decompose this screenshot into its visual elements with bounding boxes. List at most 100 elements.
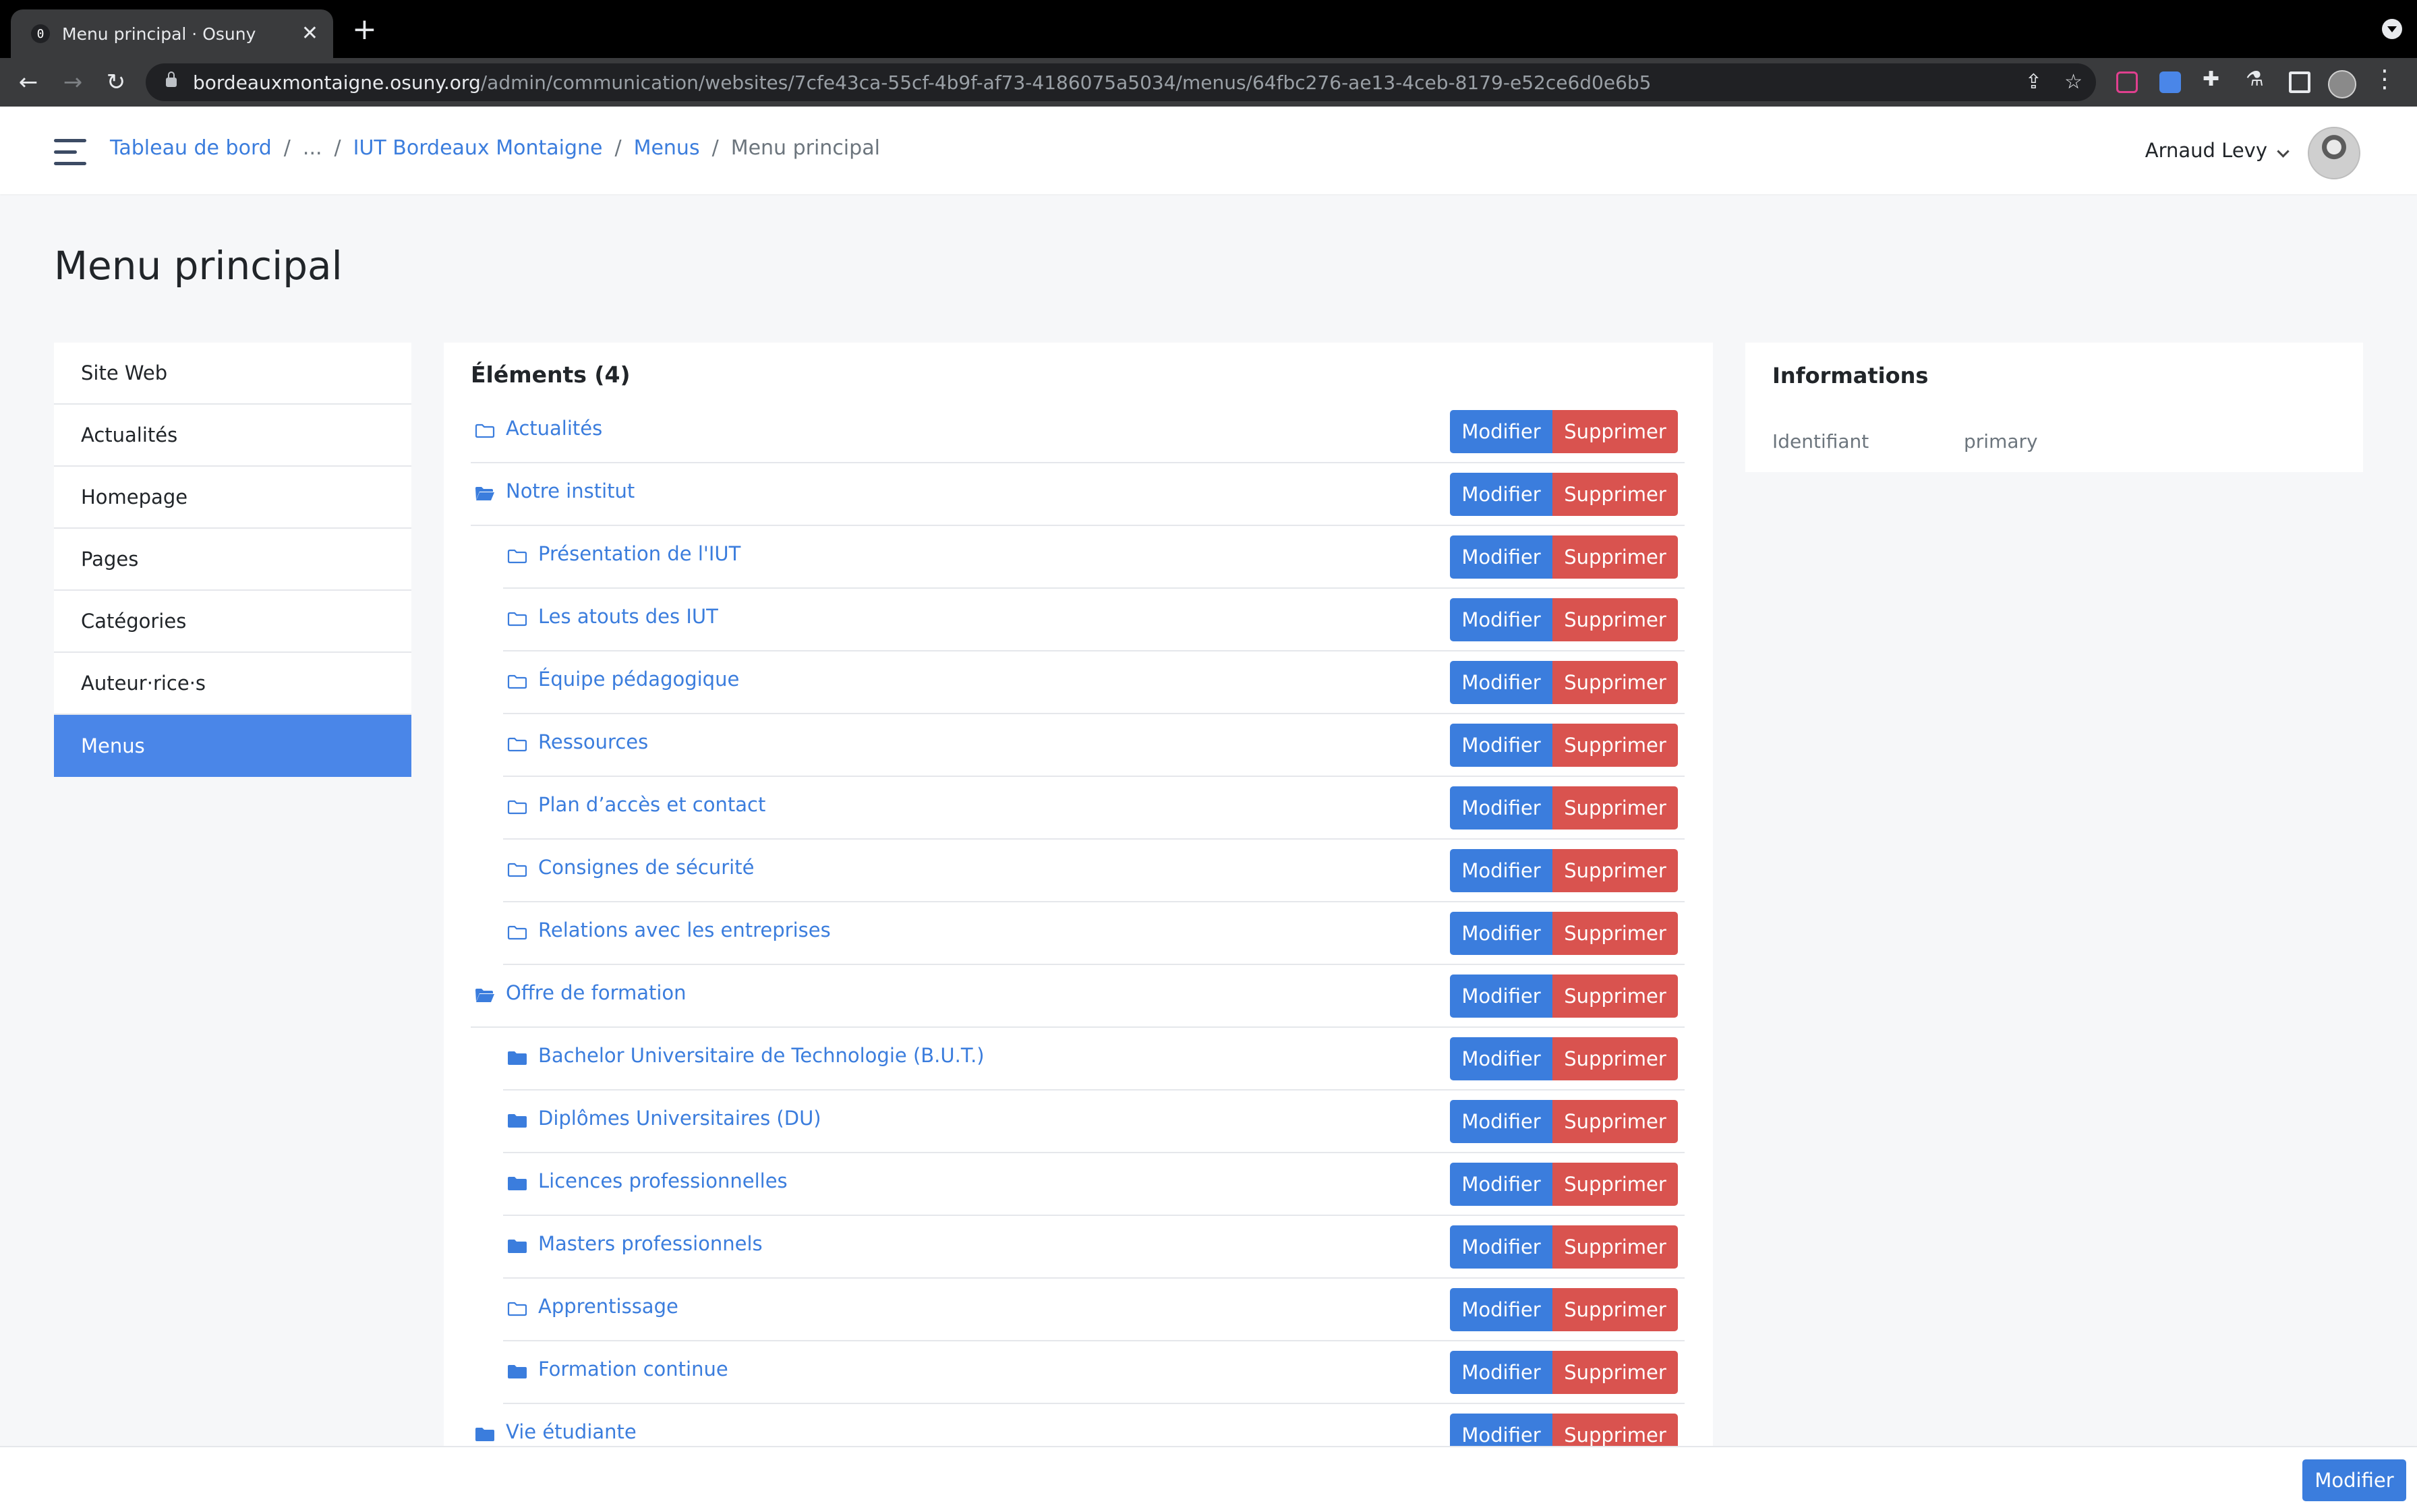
edit-button[interactable]: Modifier [1450, 975, 1552, 1018]
browser-menu-icon[interactable]: ⋮ [2372, 67, 2397, 92]
share-icon[interactable]: ⇪ [2025, 70, 2042, 94]
edit-button[interactable]: Modifier [1450, 1288, 1552, 1331]
breadcrumb-dashboard[interactable]: Tableau de bord [110, 136, 272, 160]
delete-button[interactable]: Supprimer [1552, 661, 1678, 704]
delete-button[interactable]: Supprimer [1552, 410, 1678, 453]
menu-element-link[interactable]: Diplômes Universitaires (DU) [538, 1107, 821, 1130]
back-icon[interactable]: ← [11, 65, 46, 100]
edit-menu-button[interactable]: Modifier [2302, 1459, 2406, 1501]
edit-button[interactable]: Modifier [1450, 473, 1552, 516]
breadcrumb-menus[interactable]: Menus [634, 136, 700, 160]
sidebar-item-menus[interactable]: Menus [54, 715, 411, 777]
edit-button[interactable]: Modifier [1450, 786, 1552, 830]
menu-element-link[interactable]: Ressources [538, 730, 648, 753]
folder-filled-icon [508, 1177, 527, 1190]
delete-button[interactable]: Supprimer [1552, 473, 1678, 516]
row-actions: Modifier Supprimer [1450, 975, 1678, 1018]
tab-search-icon[interactable] [2382, 19, 2402, 39]
breadcrumb-website[interactable]: IUT Bordeaux Montaigne [353, 136, 603, 160]
edit-button[interactable]: Modifier [1450, 1351, 1552, 1394]
edit-button[interactable]: Modifier [1450, 1037, 1552, 1080]
menu-element-link[interactable]: Plan d’accès et contact [538, 793, 765, 816]
delete-button[interactable]: Supprimer [1552, 1351, 1678, 1394]
close-tab-icon[interactable]: ✕ [301, 24, 318, 44]
extension-grid-icon[interactable] [2116, 71, 2138, 93]
delete-button[interactable]: Supprimer [1552, 1163, 1678, 1206]
breadcrumb-separator: / [283, 136, 291, 160]
breadcrumb: Tableau de bord / ... / IUT Bordeaux Mon… [110, 136, 880, 160]
edit-button[interactable]: Modifier [1450, 724, 1552, 767]
extensions-puzzle-icon[interactable]: ✚ [2203, 67, 2224, 91]
delete-button[interactable]: Supprimer [1552, 1037, 1678, 1080]
row-actions: Modifier Supprimer [1450, 473, 1678, 516]
menu-element-link[interactable]: Notre institut [506, 479, 635, 502]
menu-element-link[interactable]: Apprentissage [538, 1295, 678, 1318]
delete-button[interactable]: Supprimer [1552, 1100, 1678, 1143]
delete-button[interactable]: Supprimer [1552, 535, 1678, 579]
informations-card: Informations Identifiant primary [1745, 343, 2363, 472]
edit-button[interactable]: Modifier [1450, 912, 1552, 955]
reload-icon[interactable]: ↻ [98, 65, 134, 100]
favicon-icon: 0 [31, 24, 50, 43]
extension-calendar-icon[interactable] [2159, 71, 2181, 93]
browser-tab[interactable]: 0 Menu principal · Osuny ✕ [11, 9, 333, 58]
website-sidebar: Site Web Actualités Homepage Pages Catég… [54, 343, 411, 777]
forward-icon[interactable]: → [55, 65, 90, 100]
folder-filled-icon [508, 1240, 527, 1253]
delete-button[interactable]: Supprimer [1552, 1225, 1678, 1269]
labs-flask-icon[interactable]: ⚗ [2246, 67, 2267, 91]
edit-button[interactable]: Modifier [1450, 1225, 1552, 1269]
delete-button[interactable]: Supprimer [1552, 912, 1678, 955]
delete-button[interactable]: Supprimer [1552, 975, 1678, 1018]
menu-element-row: Notre institut Modifier Supprimer [471, 463, 1685, 526]
breadcrumb-separator: / [614, 136, 622, 160]
edit-button[interactable]: Modifier [1450, 1163, 1552, 1206]
edit-button[interactable]: Modifier [1450, 1100, 1552, 1143]
row-actions: Modifier Supprimer [1450, 410, 1678, 453]
edit-button[interactable]: Modifier [1450, 535, 1552, 579]
folder-outline-icon [475, 424, 495, 438]
menu-element-link[interactable]: Licences professionnelles [538, 1169, 788, 1192]
menu-element-link[interactable]: Relations avec les entreprises [538, 919, 831, 941]
folder-outline-icon [507, 674, 527, 689]
sidebar-item-homepage[interactable]: Homepage [54, 467, 411, 529]
bookmark-star-icon[interactable]: ☆ [2064, 70, 2083, 94]
delete-button[interactable]: Supprimer [1552, 849, 1678, 892]
edit-button[interactable]: Modifier [1450, 661, 1552, 704]
hamburger-menu-icon[interactable] [54, 139, 86, 166]
menu-element-link[interactable]: Présentation de l'IUT [538, 542, 740, 565]
menu-element-link[interactable]: Vie étudiante [506, 1420, 637, 1443]
menu-element-link[interactable]: Actualités [506, 417, 602, 440]
delete-button[interactable]: Supprimer [1552, 1288, 1678, 1331]
sidebar-item-categories[interactable]: Catégories [54, 591, 411, 653]
edit-button[interactable]: Modifier [1450, 598, 1552, 641]
breadcrumb-ellipsis[interactable]: ... [303, 136, 322, 160]
delete-button[interactable]: Supprimer [1552, 724, 1678, 767]
edit-button[interactable]: Modifier [1450, 410, 1552, 453]
sidebar-item-site-web[interactable]: Site Web [54, 343, 411, 405]
menu-element-link[interactable]: Formation continue [538, 1358, 728, 1380]
delete-button[interactable]: Supprimer [1552, 598, 1678, 641]
menu-element-link[interactable]: Les atouts des IUT [538, 605, 718, 628]
menu-element-link[interactable]: Consignes de sécurité [538, 856, 754, 879]
sidebar-item-authors[interactable]: Auteur·rice·s [54, 653, 411, 715]
breadcrumb-separator: / [711, 136, 719, 160]
address-bar[interactable]: bordeauxmontaigne.osuny.org/admin/commun… [146, 63, 2096, 101]
side-panel-icon[interactable] [2289, 71, 2310, 93]
folder-filled-icon [508, 1114, 527, 1128]
menu-element-link[interactable]: Équipe pédagogique [538, 668, 739, 691]
chevron-down-icon[interactable] [2277, 145, 2290, 158]
avatar[interactable] [2308, 127, 2360, 179]
menu-element-link[interactable]: Masters professionnels [538, 1232, 763, 1255]
sidebar-item-actualites[interactable]: Actualités [54, 405, 411, 467]
new-tab-icon[interactable]: + [352, 15, 377, 45]
delete-button[interactable]: Supprimer [1552, 786, 1678, 830]
sidebar-item-pages[interactable]: Pages [54, 529, 411, 591]
browser-profile-icon[interactable] [2328, 70, 2356, 98]
user-menu-name[interactable]: Arnaud Levy [2145, 139, 2267, 162]
row-actions: Modifier Supprimer [1450, 661, 1678, 704]
menu-element-link[interactable]: Offre de formation [506, 981, 687, 1004]
row-actions: Modifier Supprimer [1450, 1100, 1678, 1143]
menu-element-link[interactable]: Bachelor Universitaire de Technologie (B… [538, 1044, 985, 1067]
edit-button[interactable]: Modifier [1450, 849, 1552, 892]
